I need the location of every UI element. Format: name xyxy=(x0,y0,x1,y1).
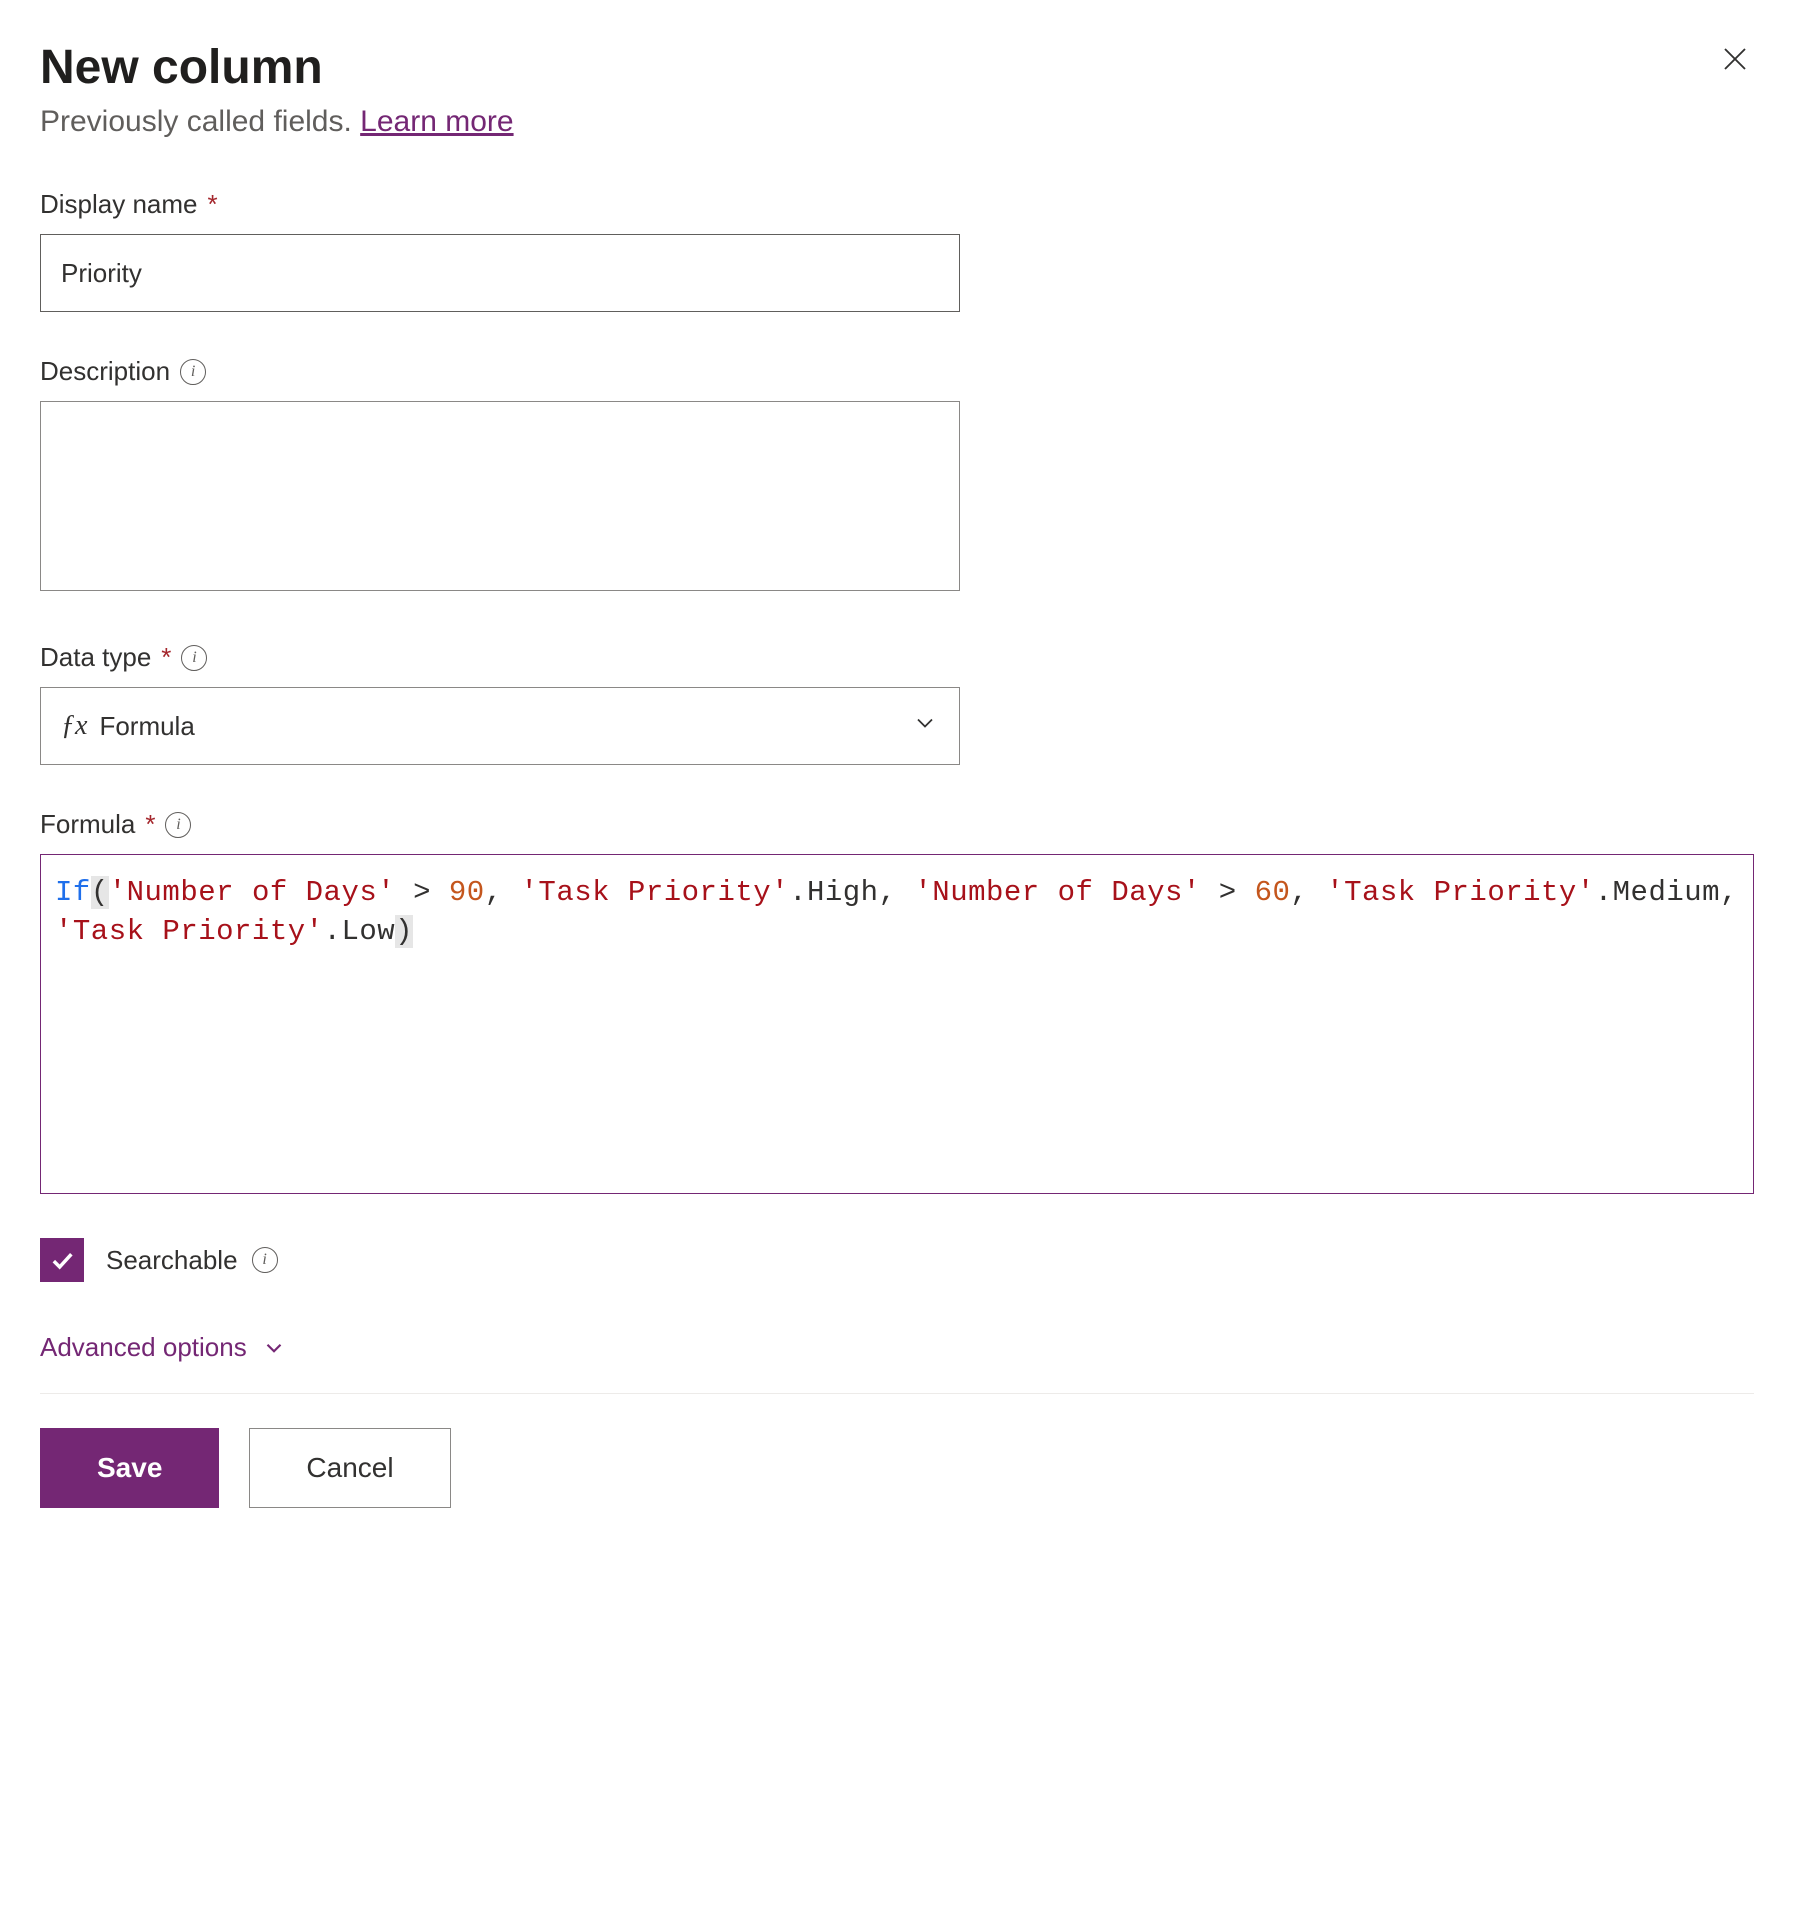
formula-token-paren: ( xyxy=(91,876,109,909)
description-label-text: Description xyxy=(40,356,170,387)
formula-token-op: > xyxy=(413,876,431,909)
info-icon[interactable]: i xyxy=(165,812,191,838)
formula-token-str: 'Number of Days' xyxy=(109,876,395,909)
formula-token-func: If xyxy=(55,876,91,909)
data-type-selected: Formula xyxy=(99,711,911,742)
description-input[interactable] xyxy=(40,401,960,591)
formula-token-num: 60 xyxy=(1255,876,1291,909)
info-icon[interactable]: i xyxy=(252,1247,278,1273)
data-type-label-text: Data type xyxy=(40,642,151,673)
formula-token-plain xyxy=(431,876,449,909)
divider xyxy=(40,1393,1754,1394)
formula-token-plain xyxy=(503,876,521,909)
formula-label-text: Formula xyxy=(40,809,135,840)
formula-token-op: , xyxy=(485,876,503,909)
subtitle-text: Previously called fields. xyxy=(40,105,360,138)
formula-token-plain: .Medium xyxy=(1595,876,1720,909)
chevron-down-icon xyxy=(911,709,939,744)
searchable-label-text: Searchable xyxy=(106,1245,238,1276)
description-label: Description i xyxy=(40,356,1754,387)
searchable-label: Searchable i xyxy=(106,1245,278,1276)
cancel-button[interactable]: Cancel xyxy=(249,1428,450,1508)
display-name-label: Display name * xyxy=(40,189,1754,220)
formula-token-str: 'Task Priority' xyxy=(55,915,324,948)
info-icon[interactable]: i xyxy=(181,645,207,671)
formula-token-plain xyxy=(1201,876,1219,909)
formula-token-str: 'Task Priority' xyxy=(1326,876,1595,909)
info-icon[interactable]: i xyxy=(180,359,206,385)
formula-editor[interactable]: If('Number of Days' > 90, 'Task Priority… xyxy=(40,854,1754,1194)
chevron-down-icon xyxy=(261,1335,287,1361)
learn-more-link[interactable]: Learn more xyxy=(360,105,513,138)
formula-token-plain: .High xyxy=(789,876,879,909)
formula-token-op: , xyxy=(879,876,897,909)
advanced-options-label: Advanced options xyxy=(40,1332,247,1363)
formula-token-plain xyxy=(896,876,914,909)
formula-token-str: 'Number of Days' xyxy=(914,876,1200,909)
formula-token-op: , xyxy=(1290,876,1308,909)
formula-token-str: 'Task Priority' xyxy=(521,876,790,909)
formula-token-plain xyxy=(1237,876,1255,909)
formula-token-paren: ) xyxy=(395,915,413,948)
save-button[interactable]: Save xyxy=(40,1428,219,1508)
required-indicator: * xyxy=(208,189,218,220)
formula-token-num: 90 xyxy=(449,876,485,909)
advanced-options-toggle[interactable]: Advanced options xyxy=(40,1332,1754,1363)
display-name-label-text: Display name xyxy=(40,189,198,220)
formula-token-op: , xyxy=(1720,876,1738,909)
panel-title: New column xyxy=(40,40,514,95)
formula-token-plain xyxy=(1308,876,1326,909)
data-type-label: Data type * i xyxy=(40,642,1754,673)
formula-fx-icon: ƒx xyxy=(61,710,87,742)
required-indicator: * xyxy=(161,642,171,673)
close-icon[interactable] xyxy=(1716,40,1754,84)
searchable-checkbox[interactable] xyxy=(40,1238,84,1282)
required-indicator: * xyxy=(145,809,155,840)
formula-token-plain: .Low xyxy=(324,915,396,948)
panel-subtitle: Previously called fields. Learn more xyxy=(40,105,514,139)
formula-token-op: > xyxy=(1219,876,1237,909)
formula-label: Formula * i xyxy=(40,809,1754,840)
display-name-input[interactable] xyxy=(40,234,960,312)
data-type-select[interactable]: ƒx Formula xyxy=(40,687,960,765)
formula-token-plain xyxy=(395,876,413,909)
